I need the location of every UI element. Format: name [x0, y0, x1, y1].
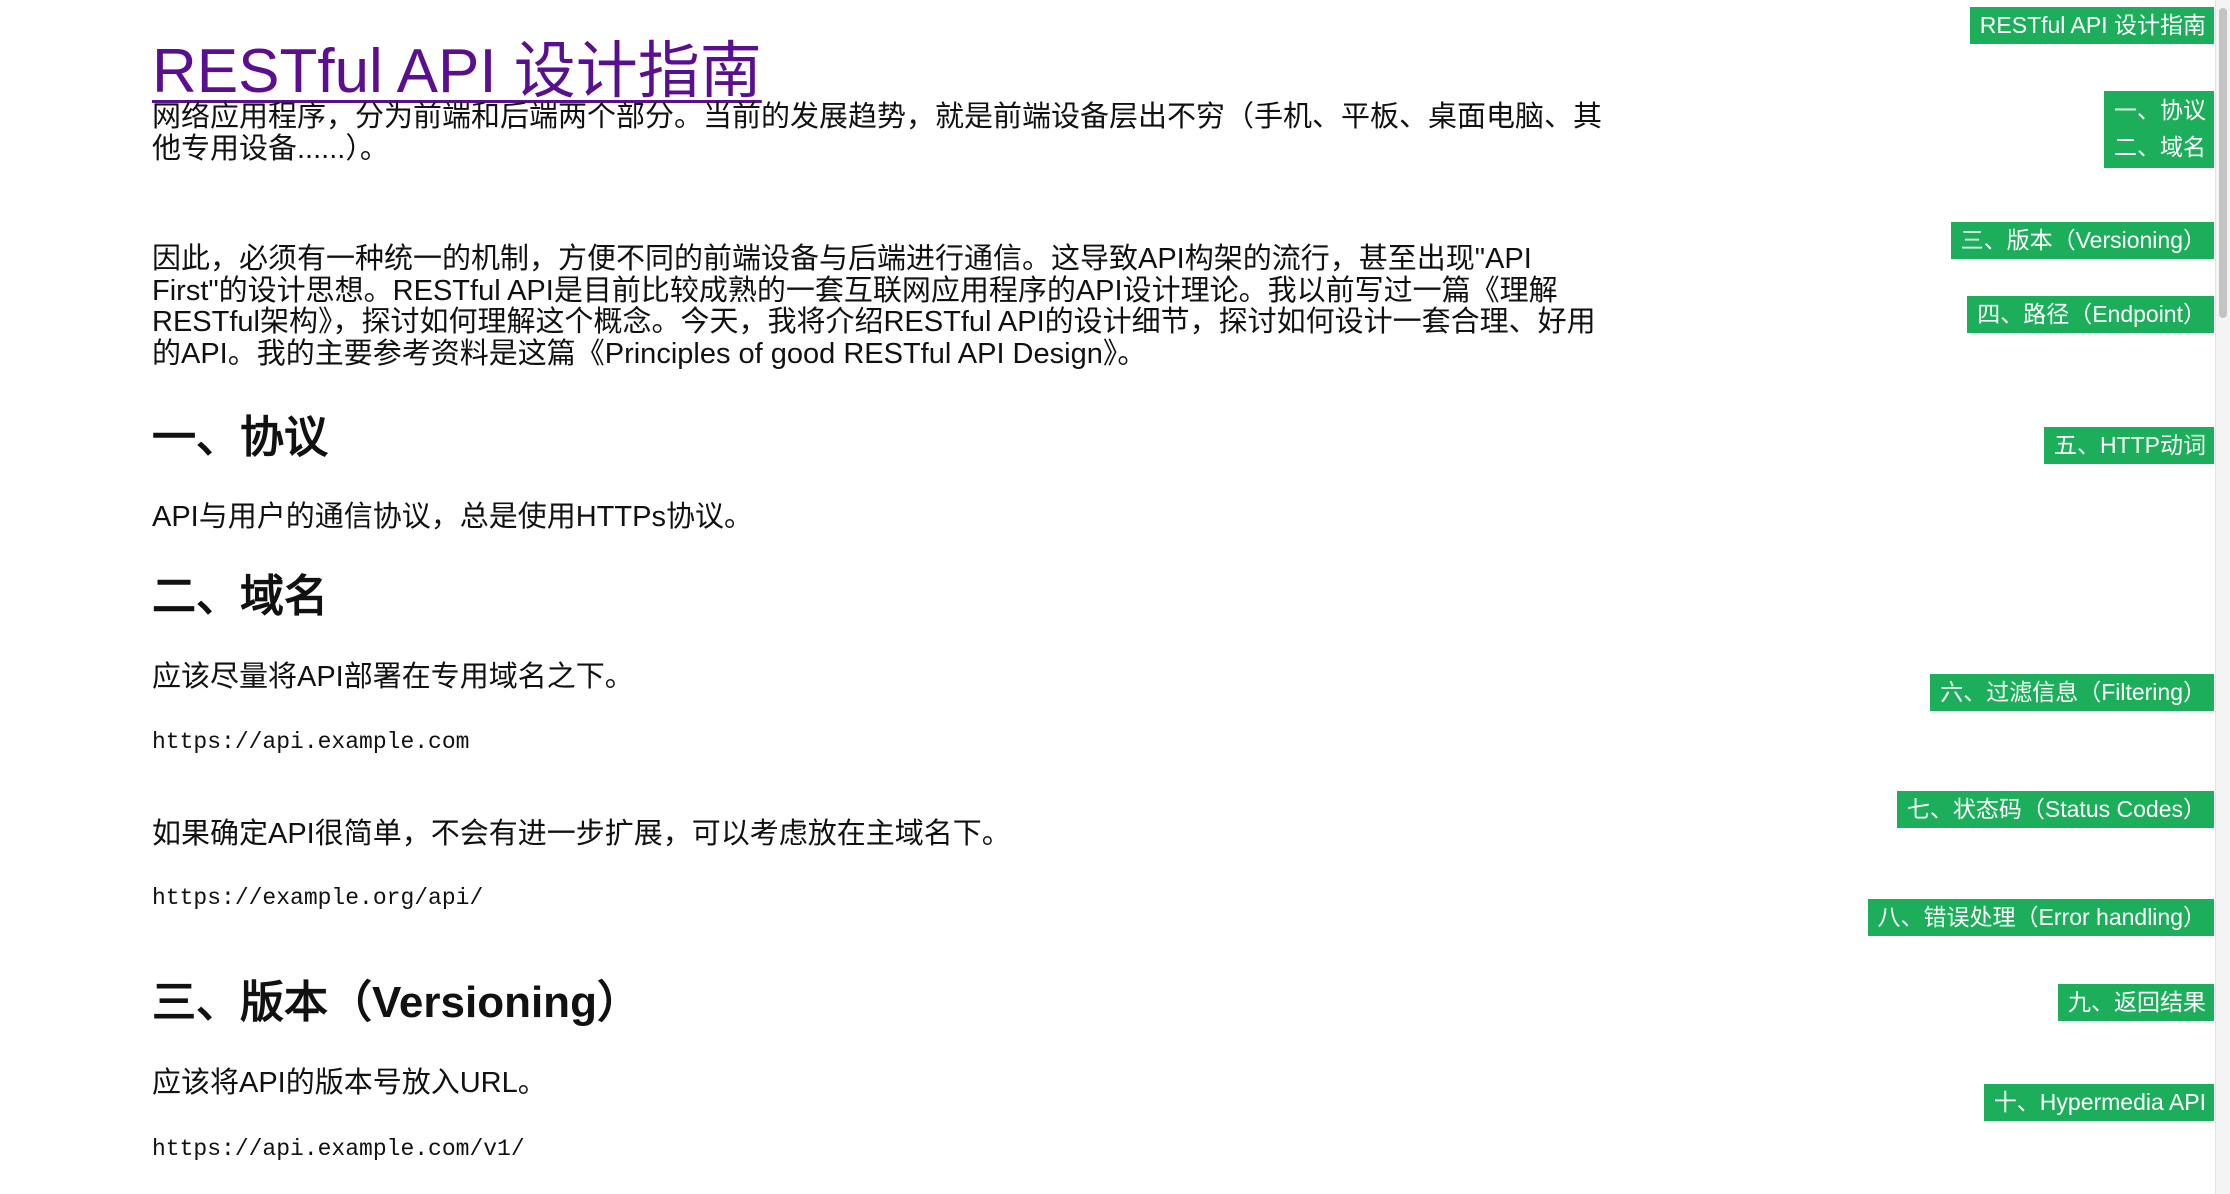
toc-link-top[interactable]: RESTful API 设计指南: [1969, 7, 2214, 44]
toc-link-results[interactable]: 九、返回结果: [2058, 984, 2214, 1021]
intro-paragraph-2: 因此，必须有一种统一的机制，方便不同的前端设备与后端进行通信。这导致API构架的…: [152, 243, 1596, 370]
toc-link-domain[interactable]: 二、域名: [2114, 129, 2206, 166]
toc-link-hypermedia[interactable]: 十、Hypermedia API: [1983, 1084, 2214, 1121]
heading-domain: 二、域名: [152, 572, 328, 621]
domain-text-2: 如果确定API很简单，不会有进一步扩展，可以考虑放在主域名下。: [152, 818, 1011, 850]
toc-link-endpoint[interactable]: 四、路径（Endpoint）: [1967, 296, 2214, 333]
toc-link-protocol[interactable]: 一、协议: [2114, 92, 2206, 129]
toc-link-versioning[interactable]: 三、版本（Versioning）: [1950, 222, 2214, 259]
vertical-scrollbar[interactable]: [2215, 0, 2230, 1194]
toc-group-1-2: 一、协议 二、域名: [2104, 91, 2214, 168]
versioning-text: 应该将API的版本号放入URL。: [152, 1067, 547, 1099]
text-line: 他专用设备......）。: [152, 132, 389, 165]
text-line: First"的设计思想。RESTful API是目前比较成熟的一套互联网应用程序…: [152, 274, 1558, 307]
toc-link-error-handling[interactable]: 八、错误处理（Error handling）: [1867, 899, 2214, 936]
text-line: 因此，必须有一种统一的机制，方便不同的前端设备与后端进行通信。这导致API构架的…: [152, 243, 1532, 275]
protocol-text: API与用户的通信协议，总是使用HTTPs协议。: [152, 501, 753, 533]
heading-versioning: 三、版本（Versioning）: [152, 978, 641, 1027]
page-title[interactable]: RESTful API 设计指南: [152, 34, 762, 110]
scrollbar-thumb[interactable]: [2219, 8, 2227, 318]
versioning-code: https://api.example.com/v1/: [152, 1136, 525, 1162]
domain-text-1: 应该尽量将API部署在专用域名之下。: [152, 661, 634, 693]
toc-link-status-codes[interactable]: 七、状态码（Status Codes）: [1896, 791, 2214, 828]
domain-code-2: https://example.org/api/: [152, 885, 484, 911]
intro-paragraph-1: 网络应用程序，分为前端和后端两个部分。当前的发展趋势，就是前端设备层出不穷（手机…: [152, 101, 1603, 165]
domain-code-1: https://api.example.com: [152, 729, 470, 755]
text-line: 的API。我的主要参考资料是这篇《Principles of good REST…: [152, 337, 1147, 370]
text-line: 网络应用程序，分为前端和后端两个部分。当前的发展趋势，就是前端设备层出不穷（手机…: [152, 101, 1603, 133]
heading-protocol: 一、协议: [152, 413, 328, 462]
text-line: RESTful架构》，探讨如何理解这个概念。今天，我将介绍RESTful API…: [152, 306, 1596, 338]
toc-link-filtering[interactable]: 六、过滤信息（Filtering）: [1930, 674, 2214, 711]
toc-link-http-verbs[interactable]: 五、HTTP动词: [2043, 427, 2214, 464]
